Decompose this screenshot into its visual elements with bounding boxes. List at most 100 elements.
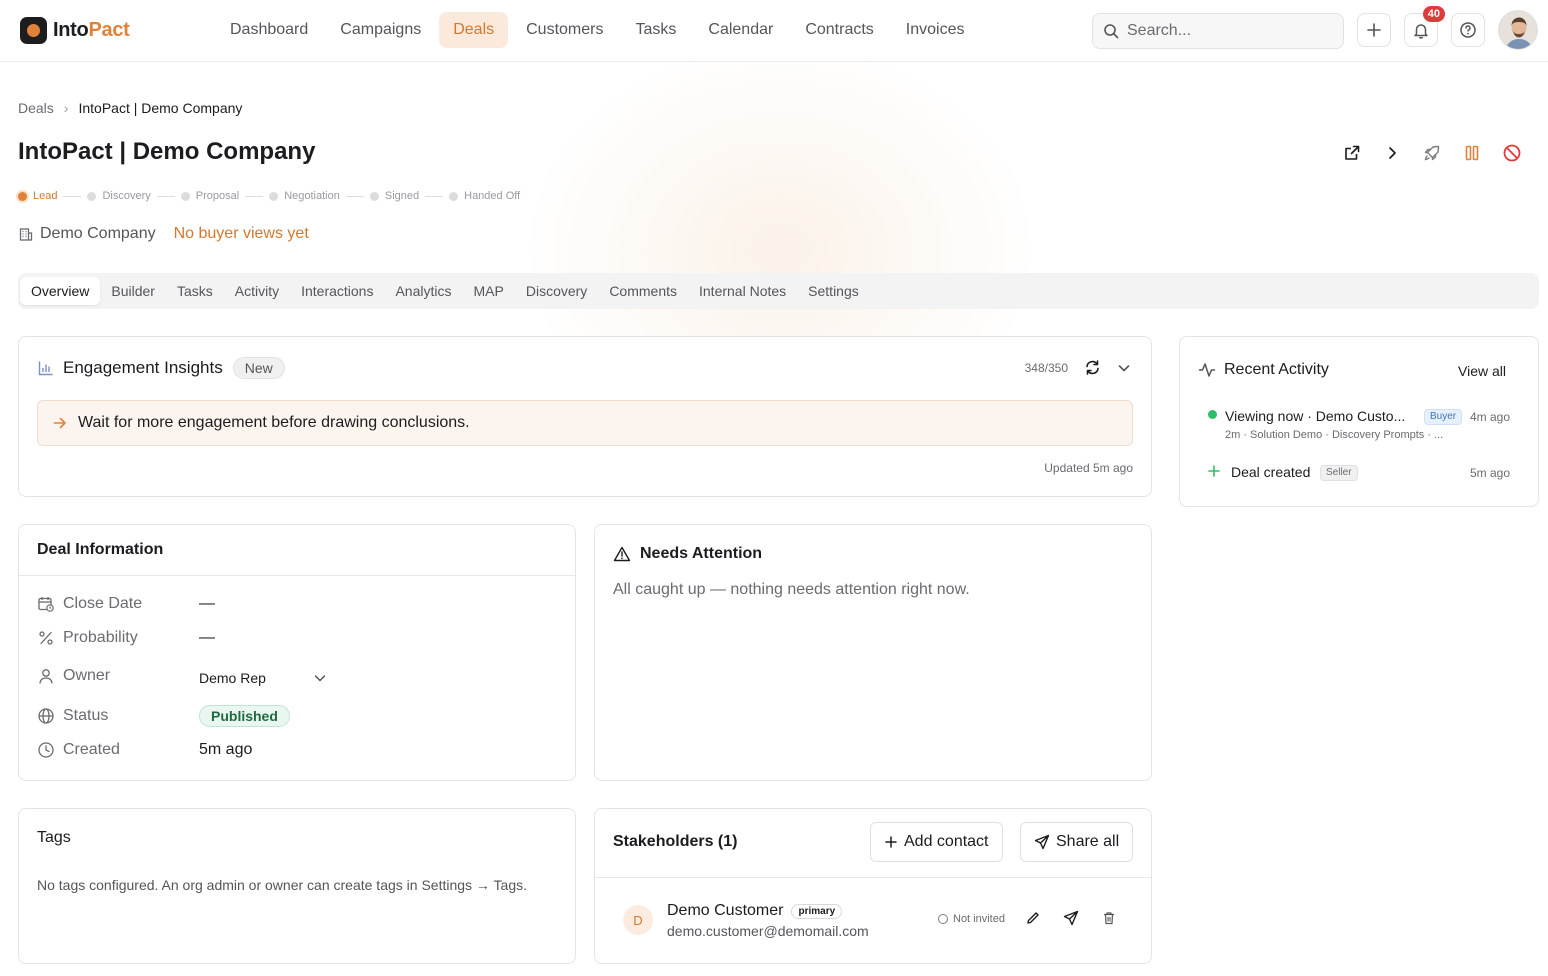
insights-updated: Updated 5m ago (1044, 461, 1133, 475)
insights-counter: 348/350 (1024, 360, 1068, 375)
tags-card: Tags No tags configured. An org admin or… (18, 808, 576, 964)
insight-message: Wait for more engagement before drawing … (37, 400, 1133, 446)
stakeholders-card: Stakeholders (1) Add contact Share all D… (594, 808, 1152, 964)
calendar-clock-icon (38, 597, 54, 612)
nav-customers[interactable]: Customers (512, 12, 617, 48)
rocket-icon (1424, 145, 1440, 161)
warning-triangle-icon (613, 546, 631, 562)
header-actions (1332, 140, 1532, 166)
breadcrumb-deals-link[interactable]: Deals (18, 100, 54, 116)
tab-internal-notes[interactable]: Internal Notes (688, 277, 797, 305)
stakeholder-row[interactable]: D Demo Customer primary demo.customer@de… (595, 877, 1151, 963)
stage-discovery[interactable]: Discovery (87, 190, 151, 202)
bell-icon (1414, 24, 1428, 39)
cancel-deal-button[interactable] (1492, 140, 1532, 166)
status-badge[interactable]: Published (199, 705, 290, 727)
external-link-icon (1345, 145, 1360, 160)
share-all-button[interactable]: Share all (1020, 822, 1134, 862)
chevron-right-icon: › (63, 100, 69, 116)
needs-attention-card: Needs Attention All caught up — nothing … (594, 524, 1152, 781)
company-name-link[interactable]: Demo Company (40, 225, 156, 243)
search-input[interactable] (1127, 22, 1327, 40)
activity-time: 5m ago (1469, 466, 1510, 480)
tab-settings[interactable]: Settings (797, 277, 870, 305)
activity-title: Deal created (1231, 464, 1311, 480)
owner-select[interactable]: Demo Rep (199, 670, 327, 686)
info-row-probability: Probability — (37, 629, 215, 647)
activity-item[interactable]: Deal created Seller 5m ago (1208, 463, 1518, 485)
help-button[interactable] (1451, 13, 1485, 47)
notifications-button[interactable]: 40 (1404, 6, 1445, 47)
nav-dashboard[interactable]: Dashboard (216, 12, 322, 48)
pause-icon (1465, 145, 1479, 161)
plus-icon (1367, 23, 1381, 37)
launch-button[interactable] (1412, 140, 1452, 166)
plus-icon (885, 836, 897, 848)
tab-comments[interactable]: Comments (598, 277, 688, 305)
recent-activity-title: Recent Activity (1224, 361, 1329, 378)
stage-negotiation[interactable]: Negotiation (269, 190, 340, 202)
info-row-close-date: Close Date — (37, 595, 215, 613)
needs-attention-title: Needs Attention (640, 545, 763, 562)
probability-value[interactable]: — (199, 629, 215, 647)
logo-mark-icon (20, 17, 47, 44)
user-avatar[interactable] (1498, 10, 1538, 50)
chevron-right-icon (1389, 147, 1396, 159)
tab-analytics[interactable]: Analytics (384, 277, 462, 305)
chevron-down-icon (314, 675, 326, 682)
view-all-link[interactable]: View all (1458, 363, 1506, 379)
nav-invoices[interactable]: Invoices (892, 12, 979, 48)
nav-calendar[interactable]: Calendar (694, 12, 787, 48)
tab-discovery[interactable]: Discovery (515, 277, 598, 305)
tab-overview[interactable]: Overview (20, 277, 101, 305)
primary-badge: primary (791, 903, 843, 919)
stage-handed-off[interactable]: Handed Off (449, 190, 520, 202)
activity-icon (1198, 363, 1216, 377)
main-nav: Dashboard Campaigns Deals Customers Task… (216, 12, 983, 48)
nav-contracts[interactable]: Contracts (791, 12, 887, 48)
nav-deals[interactable]: Deals (439, 12, 509, 48)
arrow-right-icon (53, 417, 66, 429)
created-value: 5m ago (199, 741, 253, 758)
tab-activity[interactable]: Activity (224, 277, 290, 305)
tab-interactions[interactable]: Interactions (290, 277, 384, 305)
page-title: IntoPact | Demo Company (18, 138, 316, 165)
nav-tasks[interactable]: Tasks (621, 12, 690, 48)
add-contact-button[interactable]: Add contact (870, 822, 1003, 862)
stage-signed[interactable]: Signed (369, 190, 419, 202)
stage-proposal[interactable]: Proposal (180, 190, 239, 202)
send-invite-button[interactable] (1063, 910, 1079, 926)
stage-lead[interactable]: Lead (18, 190, 57, 202)
app-logo[interactable]: IntoPact (20, 17, 130, 44)
open-external-button[interactable] (1332, 140, 1372, 166)
refresh-insights-button[interactable] (1084, 359, 1101, 376)
stakeholder-avatar: D (623, 905, 653, 935)
seller-badge: Seller (1320, 465, 1358, 481)
user-avatar-icon (1499, 11, 1537, 49)
logo-text: IntoPact (53, 19, 130, 41)
pause-button[interactable] (1452, 140, 1492, 166)
close-date-value[interactable]: — (199, 595, 215, 613)
activity-item[interactable]: Viewing now · Demo Custo... Buyer 4m ago… (1208, 407, 1518, 447)
breadcrumb: Deals › IntoPact | Demo Company (18, 100, 242, 116)
info-row-created: Created 5m ago (37, 741, 252, 759)
notification-count-badge: 40 (1422, 6, 1445, 22)
delete-stakeholder-button[interactable] (1102, 911, 1116, 925)
breadcrumb-current: IntoPact | Demo Company (78, 100, 243, 116)
edit-stakeholder-button[interactable] (1025, 910, 1041, 926)
collapse-insights-button[interactable] (1117, 361, 1131, 375)
globe-icon (38, 708, 54, 724)
search-box[interactable] (1092, 13, 1344, 49)
help-circle-icon (1460, 22, 1476, 38)
next-button[interactable] (1372, 140, 1412, 166)
clock-icon (38, 742, 54, 758)
send-icon (1034, 834, 1050, 850)
plus-icon (1208, 465, 1220, 477)
search-icon (1104, 24, 1119, 39)
invite-status: Not invited (938, 913, 1005, 925)
tab-tasks[interactable]: Tasks (166, 277, 224, 305)
tab-builder[interactable]: Builder (100, 277, 166, 305)
tab-map[interactable]: MAP (463, 277, 515, 305)
add-button[interactable] (1357, 13, 1391, 47)
nav-campaigns[interactable]: Campaigns (326, 12, 435, 48)
